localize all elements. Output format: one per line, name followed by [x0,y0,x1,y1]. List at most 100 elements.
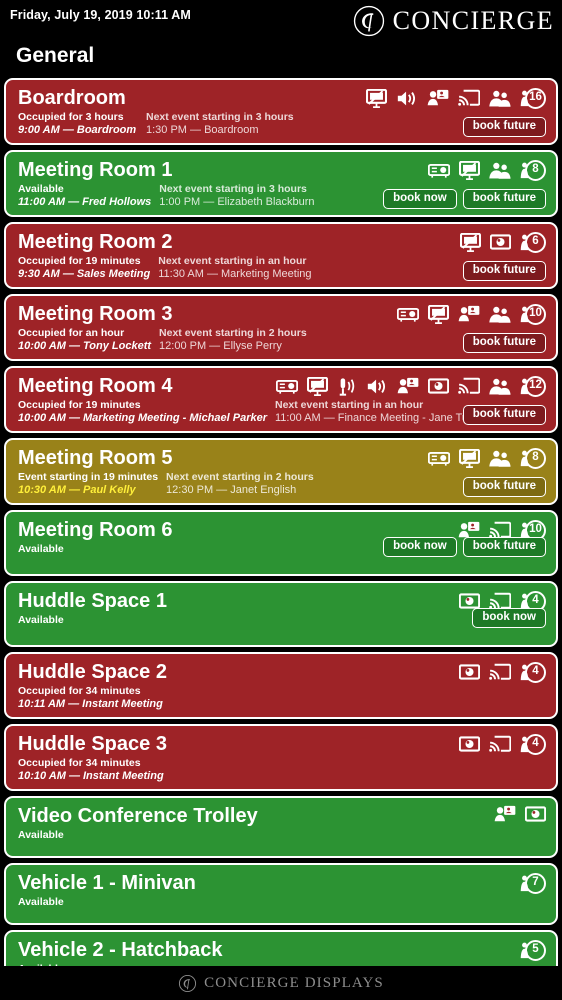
current-event: Available 11:00 AM — Fred Hollows [18,183,151,208]
room-card-body: Boardroom Occupied for 3 hours 9:00 AM — B… [6,80,556,143]
brand-name: CONCIERGE [392,6,554,35]
room-card[interactable]: Huddle Space 1 Available 4 book now [4,581,558,647]
room-card[interactable]: Meeting Room 2 Occupied for 19 minutes 9:3… [4,222,558,289]
person-icon [520,378,529,400]
room-card-body: Huddle Space 2 Occupied for 34 minutes 10:… [6,654,556,717]
page-title: General [16,44,95,67]
camera-icon [490,233,511,251]
room-meta: Occupied for 34 minutes 10:11 AM — Instan… [18,685,546,710]
book-future-button[interactable]: book future [462,261,546,281]
room-card-body: Meeting Room 3 Occupied for an hour 10:00 … [6,296,556,359]
camera-icon [459,735,480,753]
book-future-button[interactable]: book future [462,536,546,557]
room-card[interactable]: Video Conference Trolley Available [4,796,558,858]
amenity-icons: 6 [460,231,546,253]
room-card[interactable]: Huddle Space 3 Occupied for 34 minutes 10:… [4,724,558,791]
current-datetime: Friday, July 19, 2019 10:11 AM [10,8,191,22]
projector-screen-icon [460,232,481,252]
room-status: Available [18,543,64,555]
room-list: Boardroom Occupied for 3 hours 9:00 AM — B… [0,76,562,992]
projector-screen-icon [428,304,449,324]
room-actions: book future [462,261,546,281]
camera-icon [459,663,480,681]
amenity-icons: 5 [520,939,546,961]
room-status: Event starting in 19 minutes [18,471,159,483]
next-event-status: Next event starting in an hour [158,255,307,267]
person-icon [520,90,529,112]
room-status: Occupied for 34 minutes [18,757,141,769]
amenity-icons: 16 [366,87,546,109]
room-card[interactable]: Meeting Room 3 Occupied for an hour 10:00 … [4,294,558,361]
room-card[interactable]: Meeting Room 4 Occupied for 19 minutes 10:… [4,366,558,433]
room-actions: book future [462,477,546,497]
projector-screen-icon [459,448,480,468]
book-future-button[interactable]: book future [462,189,546,209]
brand-logo: CONCIERGE [352,4,554,38]
book-now-button[interactable]: book now [383,536,457,557]
current-event-detail: 10:30 AM — Paul Kelly [18,483,136,496]
next-event: Next event starting in 2 hours 12:30 PM —… [166,471,314,496]
book-future-button[interactable]: book future [462,117,546,137]
room-name: Video Conference Trolley [18,805,258,827]
room-meta: Available [18,829,546,842]
room-card[interactable]: Boardroom Occupied for 3 hours 9:00 AM — B… [4,78,558,145]
room-card[interactable]: Meeting Room 5 Event starting in 19 minut… [4,438,558,505]
cast-icon [489,735,511,753]
current-event-detail: 10:10 AM — Instant Meeting [18,769,164,782]
current-event: Occupied for 3 hours 9:00 AM — Boardroom [18,111,138,136]
current-event: Available [18,829,138,842]
capacity-badge: 7 [520,872,546,894]
capacity-badge: 5 [520,939,546,961]
room-card[interactable]: Huddle Space 2 Occupied for 34 minutes 10:… [4,652,558,719]
microphone-icon [337,377,357,396]
current-event-detail: 11:00 AM — Fred Hollows [18,195,152,208]
amenity-icons: 4 [459,733,546,755]
room-status: Available [18,829,64,841]
room-card-body: Huddle Space 1 Available 4 book now [6,583,556,634]
room-card[interactable]: Meeting Room 1 Available 11:00 AM — Fred H… [4,150,558,217]
person-icon [520,162,529,184]
room-status: Available [18,183,64,195]
projector-icon [276,377,298,395]
next-event-status: Next event starting in 3 hours [146,111,294,123]
person-icon [520,450,529,472]
next-event: Next event starting in an hour 11:30 AM —… [158,255,311,280]
next-event-detail: 12:30 PM — Janet English [166,483,297,496]
room-meta: Available [18,896,546,909]
camera-icon [428,377,449,395]
room-actions: book future [462,333,546,353]
current-event: Available [18,614,138,627]
room-card-body: Meeting Room 2 Occupied for 19 minutes 9:3… [6,224,556,287]
room-card-body: Video Conference Trolley Available [6,798,556,849]
room-card-body: Meeting Room 5 Event starting in 19 minut… [6,440,556,503]
capacity-badge: 16 [520,87,546,109]
page-header: Friday, July 19, 2019 10:11 AM CONCIERGE… [0,0,562,76]
next-event: Next event starting in 3 hours 1:30 PM — … [146,111,294,136]
projector-icon [397,305,419,323]
book-now-button[interactable]: book now [383,189,457,209]
room-actions: book future [462,117,546,137]
book-future-button[interactable]: book future [462,405,546,425]
room-actions: book now book future [383,189,546,209]
group-icon [489,161,511,180]
projector-screen-icon [459,160,480,180]
amenity-icons: 8 [428,447,546,469]
current-event-detail: 9:30 AM — Sales Meeting [18,267,151,280]
next-event-detail: 1:30 PM — Boardroom [146,123,259,136]
room-card-body: Meeting Room 1 Available 11:00 AM — Fred H… [6,152,556,215]
book-future-button[interactable]: book future [462,333,546,353]
room-status: Available [18,614,64,626]
capacity-badge: 8 [520,159,546,181]
cast-icon [489,663,511,681]
room-actions: book now book future [383,536,546,557]
amenity-icons: 4 [459,661,546,683]
room-card[interactable]: Meeting Room 6 Available 10 book now book fu… [4,510,558,576]
amenity-icons [494,805,546,823]
book-now-button[interactable]: book now [472,607,546,628]
room-card[interactable]: Vehicle 1 - Minivan Available 7 [4,863,558,925]
book-future-button[interactable]: book future [462,477,546,497]
room-meta: Occupied for 34 minutes 10:10 AM — Instan… [18,757,546,782]
room-status: Occupied for 3 hours [18,111,124,123]
room-status: Available [18,896,64,908]
current-event-detail: 10:00 AM — Marketing Meeting - Michael P… [18,411,267,424]
